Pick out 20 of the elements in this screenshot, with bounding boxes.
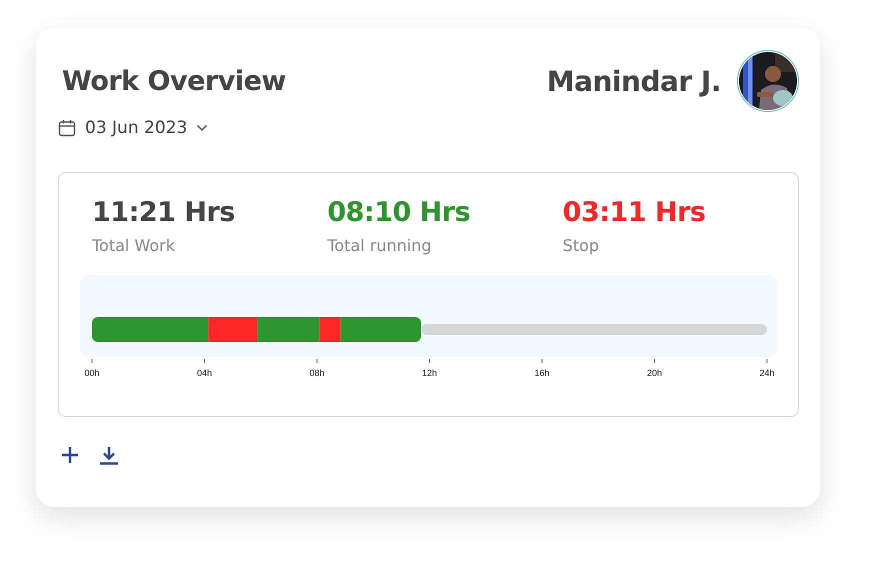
axis-label: 16h: [534, 368, 550, 378]
date-picker[interactable]: 03 Jun 2023: [58, 118, 208, 138]
calendar-icon: [58, 119, 76, 137]
chevron-down-icon: [196, 124, 208, 132]
stat-label: Stop: [562, 236, 600, 255]
stat-label: Total running: [327, 236, 433, 255]
stat-value: 03:11 Hrs: [562, 197, 706, 228]
axis-label: 04h: [196, 368, 212, 378]
stat-label: Total Work: [92, 236, 176, 255]
user-name: Manindar J.: [546, 64, 721, 98]
card-title: Work Overview: [62, 66, 286, 96]
plus-icon: [60, 445, 80, 465]
download-icon: [99, 445, 119, 465]
stat-value: 11:21 Hrs: [92, 197, 236, 228]
axis-label: 20h: [646, 368, 662, 378]
axis-label: 12h: [422, 368, 438, 378]
axis-label: 00h: [84, 368, 100, 378]
axis-label: 08h: [309, 368, 325, 378]
axis-label: 24h: [759, 368, 775, 378]
stat-value: 08:10 Hrs: [327, 197, 472, 228]
